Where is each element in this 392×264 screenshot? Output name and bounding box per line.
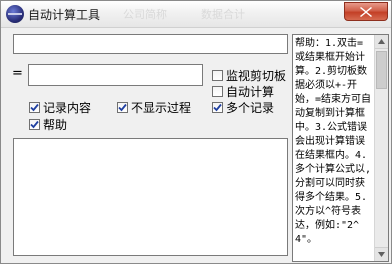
auto-calculate-box[interactable] <box>212 86 223 97</box>
title-bar[interactable]: 自动计算工具 公司简称 数据合计 <box>1 1 391 28</box>
hide-process-label: 不显示过程 <box>131 101 192 115</box>
record-content-checkbox[interactable]: 记录内容 <box>29 99 91 116</box>
checkmark-icon <box>213 103 222 112</box>
auto-calculate-checkbox[interactable]: 自动计算 <box>212 83 274 100</box>
multiple-records-box[interactable] <box>212 102 223 113</box>
expression-input[interactable] <box>13 34 288 54</box>
scroll-up-button[interactable] <box>375 35 388 49</box>
monitor-clipboard-box[interactable] <box>212 70 223 81</box>
app-globe-icon <box>6 5 24 23</box>
checkmark-icon <box>118 103 127 112</box>
app-window: 自动计算工具 公司简称 数据合计 = 监视剪切板 自动计算 多个记录 记录内容 <box>0 0 392 264</box>
window-title: 自动计算工具 <box>28 8 101 22</box>
hide-process-box[interactable] <box>117 102 128 113</box>
help-text: 帮助：1.双击=或结果框开始计算。2.剪切板数据必须以+-开始，=结束方可自动复… <box>295 38 372 245</box>
chevron-down-icon <box>378 252 385 257</box>
multiple-records-checkbox[interactable]: 多个记录 <box>212 99 274 116</box>
scroll-thumb[interactable] <box>376 51 387 89</box>
help-checkbox[interactable]: 帮助 <box>29 116 67 133</box>
monitor-clipboard-checkbox[interactable]: 监视剪切板 <box>212 67 286 84</box>
hide-process-checkbox[interactable]: 不显示过程 <box>117 99 191 116</box>
help-label: 帮助 <box>43 118 68 132</box>
auto-calculate-label: 自动计算 <box>226 85 275 99</box>
help-panel[interactable]: 帮助：1.双击=或结果框开始计算。2.剪切板数据必须以+-开始，=结束方可自动复… <box>292 34 389 262</box>
close-button[interactable] <box>344 2 388 21</box>
record-content-box[interactable] <box>29 102 40 113</box>
record-content-label: 记录内容 <box>43 101 92 115</box>
checkmark-icon <box>30 120 39 129</box>
checkmark-icon <box>30 103 39 112</box>
notes-textarea[interactable] <box>13 138 288 256</box>
result-input[interactable] <box>28 64 203 86</box>
monitor-clipboard-label: 监视剪切板 <box>226 69 287 83</box>
background-ghost-text-2: 数据合计 <box>201 8 245 21</box>
background-ghost-text-1: 公司简称 <box>123 8 167 21</box>
close-icon <box>360 7 372 17</box>
chevron-up-icon <box>378 39 385 44</box>
help-scrollbar[interactable] <box>374 35 388 261</box>
help-box[interactable] <box>29 119 40 130</box>
equals-label: = <box>12 66 23 81</box>
multiple-records-label: 多个记录 <box>226 101 275 115</box>
scroll-down-button[interactable] <box>375 247 388 261</box>
